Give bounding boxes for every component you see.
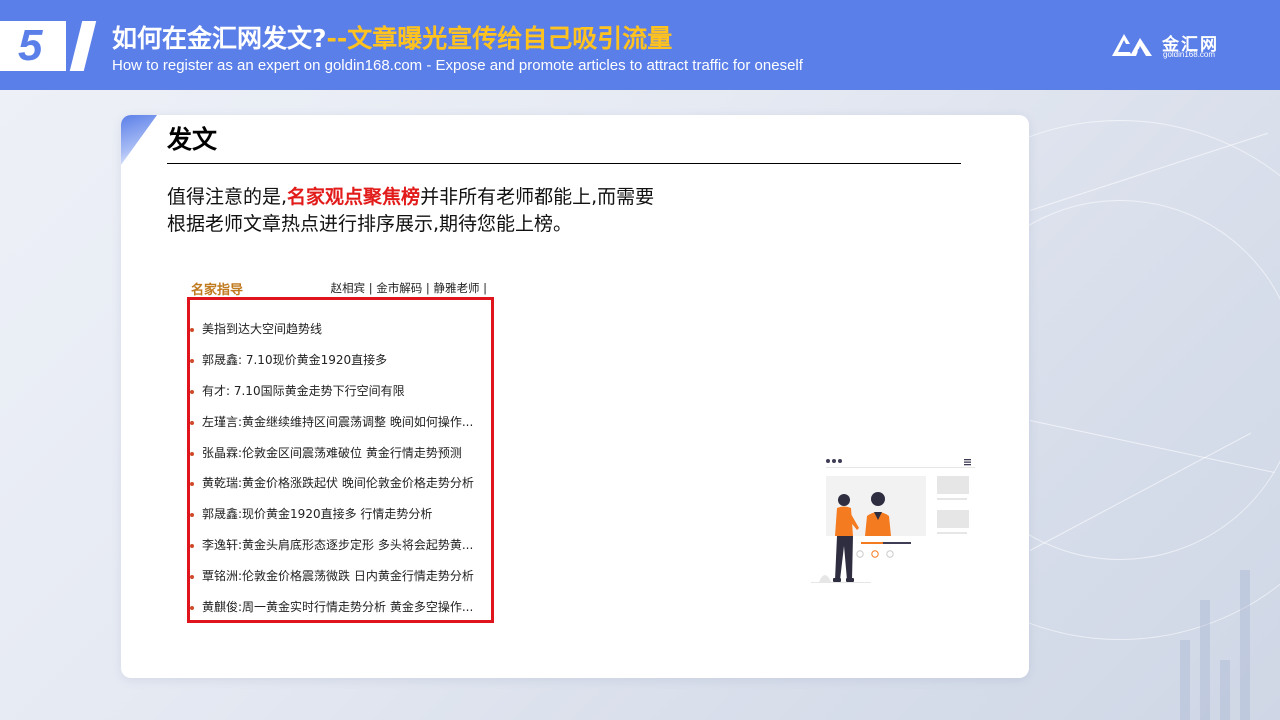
section-number: 5 xyxy=(18,21,43,70)
bullet-icon xyxy=(190,328,194,332)
para-line2: 根据老师文章热点进行排序展示,期待您能上榜。 xyxy=(167,213,573,235)
goldin-logo-icon xyxy=(1112,34,1152,56)
page-title-main: 如何在金汇网发文? xyxy=(112,24,327,53)
brand-logo: 金汇网 goldin168.com xyxy=(1110,28,1235,64)
bullet-icon xyxy=(190,606,194,611)
bullet-icon xyxy=(190,575,194,580)
header-slash xyxy=(69,21,97,71)
list-item[interactable]: 覃铭洲:伦敦金价格震荡微跌 日内黄金行情走势分析 xyxy=(190,567,491,598)
list-item[interactable]: 美指到达大空间趋势线 xyxy=(190,320,491,351)
bullet-icon xyxy=(190,358,194,363)
bullet-icon xyxy=(190,513,194,518)
page-subtitle: How to register as an expert on goldin16… xyxy=(112,57,803,74)
highlight-frame: 美指到达大空间趋势线 郭晟鑫: 7.10现价黄金1920直接多 有才: 7.10… xyxy=(187,297,494,623)
bullet-icon xyxy=(190,389,194,394)
list-item[interactable]: 左瑾言:黄金继续维持区间震荡调整 晚间如何操作... xyxy=(190,413,491,444)
list-category: 名家指导 xyxy=(191,283,244,298)
bg-bar xyxy=(1240,570,1250,720)
para-after: 并非所有老师都能上,而需要 xyxy=(420,186,655,208)
list-item[interactable]: 郭晟鑫:现价黄金1920直接多 行情走势分析 xyxy=(190,505,491,536)
para-before: 值得注意的是, xyxy=(167,186,288,208)
list-item-text: 郭晟鑫:现价黄金1920直接多 行情走势分析 xyxy=(202,507,433,522)
bg-bar xyxy=(1180,640,1190,720)
list-item-text: 李逸轩:黄金头肩底形态逐步定形 多头将会起势黄... xyxy=(202,538,474,553)
presenter-illustration xyxy=(811,459,975,583)
list-item[interactable]: 黄麒俊:周一黄金实时行情走势分析 黄金多空操作... xyxy=(190,598,491,629)
para-highlight: 名家观点聚焦榜 xyxy=(287,186,421,208)
bullet-icon xyxy=(190,451,194,456)
section-title: 发文 xyxy=(167,125,218,154)
list-item-text: 张晶霖:伦敦金区间震荡难破位 黄金行情走势预测 xyxy=(202,445,462,460)
list-item-text: 黄麒俊:周一黄金实时行情走势分析 黄金多空操作... xyxy=(202,600,474,615)
page-title: 如何在金汇网发文?--文章曝光宣传给自己吸引流量 xyxy=(112,19,672,55)
bullet-icon xyxy=(190,420,194,425)
list-item-text: 郭晟鑫: 7.10现价黄金1920直接多 xyxy=(202,352,388,367)
page-title-accent: --文章曝光宣传给自己吸引流量 xyxy=(326,24,673,53)
list-tags: 赵相宾 | 金市解码 | 静雅老师 | xyxy=(330,281,487,295)
list-item-text: 有才: 7.10国际黄金走势下行空间有限 xyxy=(202,383,405,398)
list-item[interactable]: 郭晟鑫: 7.10现价黄金1920直接多 xyxy=(190,351,491,382)
content-card: 发文 值得注意的是,名家观点聚焦榜并非所有老师都能上,而需要 根据老师文章热点进… xyxy=(121,115,1029,678)
bullet-icon xyxy=(190,482,194,487)
corner-ribbon xyxy=(121,115,157,165)
list-item[interactable]: 李逸轩:黄金头肩底形态逐步定形 多头将会起势黄... xyxy=(190,536,491,567)
bg-bar xyxy=(1200,600,1210,720)
list-item[interactable]: 黄乾瑞:黄金价格涨跌起伏 晚间伦敦金价格走势分析 xyxy=(190,474,491,505)
logo-url: goldin168.com xyxy=(1163,50,1216,59)
list-item-text: 美指到达大空间趋势线 xyxy=(202,322,323,336)
description-paragraph: 值得注意的是,名家观点聚焦榜并非所有老师都能上,而需要 根据老师文章热点进行排序… xyxy=(167,184,787,238)
bullet-icon xyxy=(190,544,194,549)
article-list: 美指到达大空间趋势线 郭晟鑫: 7.10现价黄金1920直接多 有才: 7.10… xyxy=(190,320,491,629)
bg-bar xyxy=(1220,660,1230,720)
list-item-text: 黄乾瑞:黄金价格涨跌起伏 晚间伦敦金价格走势分析 xyxy=(202,476,474,491)
title-divider xyxy=(167,163,961,164)
list-item-text: 左瑾言:黄金继续维持区间震荡调整 晚间如何操作... xyxy=(202,414,474,429)
list-item[interactable]: 张晶霖:伦敦金区间震荡难破位 黄金行情走势预测 xyxy=(190,444,491,475)
list-item-text: 覃铭洲:伦敦金价格震荡微跌 日内黄金行情走势分析 xyxy=(202,569,474,584)
list-item[interactable]: 有才: 7.10国际黄金走势下行空间有限 xyxy=(190,382,491,413)
header-bar: 5 如何在金汇网发文?--文章曝光宣传给自己吸引流量 How to regist… xyxy=(0,0,1280,90)
